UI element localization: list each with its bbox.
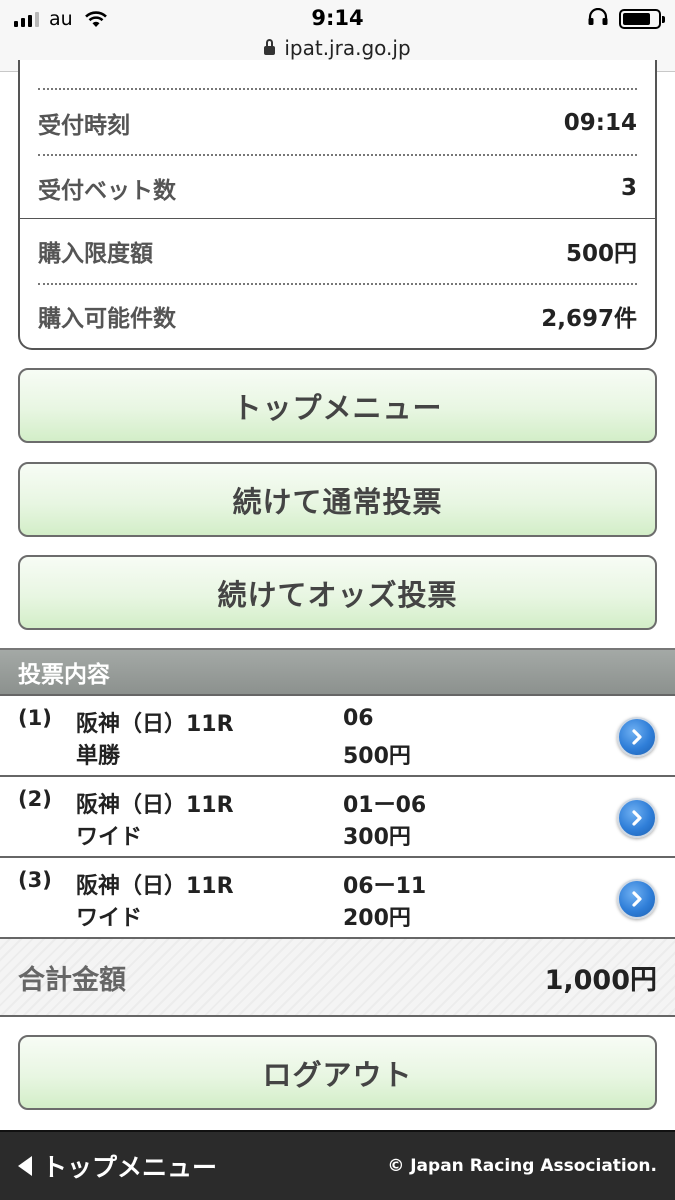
summary-value: 2,697件	[541, 306, 637, 332]
chevron-right-icon[interactable]	[617, 879, 657, 919]
summary-value: 500円	[565, 241, 637, 267]
footer-back-label: トップメニュー	[42, 1153, 218, 1182]
summary-value: 09:14	[563, 110, 637, 136]
bet-type: ワイド	[76, 906, 143, 931]
chevron-right-icon[interactable]	[617, 798, 657, 838]
clock: 9:14	[311, 6, 364, 30]
summary-label: 受付時刻	[38, 113, 130, 139]
bet-race: 阪神（日）11R	[76, 793, 234, 818]
bet-row-3[interactable]: (3) 阪神（日）11R ワイド 06ー11 200円	[0, 858, 675, 939]
url-text: ipat.jra.go.jp	[284, 36, 411, 60]
footer-bar: トップメニュー © Japan Racing Association.	[0, 1130, 675, 1200]
summary-row-limit: 購入限度額 500円	[38, 219, 637, 283]
bet-combination: 06ー11	[343, 874, 427, 899]
summary-card: 受付時刻 09:14 受付ベット数 3 購入限度額 500円 購入可能件数 2,…	[18, 60, 657, 350]
back-arrow-icon	[18, 1156, 32, 1176]
chevron-right-icon[interactable]	[617, 717, 657, 757]
summary-value: 3	[620, 175, 637, 201]
address-bar[interactable]: ipat.jra.go.jp	[0, 36, 675, 60]
bet-race: 阪神（日）11R	[76, 874, 234, 899]
bet-type: 単勝	[76, 744, 121, 769]
status-right	[587, 7, 665, 30]
bet-combination: 01ー06	[343, 793, 427, 818]
footer-top-menu-link[interactable]: トップメニュー	[18, 1148, 217, 1184]
total-amount-row: 合計金額 1,000円	[0, 939, 675, 1017]
bet-combination: 06	[343, 706, 374, 731]
continue-normal-vote-button[interactable]: 続けて通常投票	[18, 462, 657, 537]
summary-row-available: 購入可能件数 2,697件	[38, 284, 637, 348]
bet-row-2[interactable]: (2) 阪神（日）11R ワイド 01ー06 300円	[0, 777, 675, 858]
logout-button[interactable]: ログアウト	[18, 1035, 657, 1110]
bet-amount: 200円	[343, 906, 411, 931]
bet-number: (2)	[18, 787, 52, 811]
summary-row-time: 受付時刻 09:14	[38, 91, 637, 155]
bet-row-1[interactable]: (1) 阪神（日）11R 単勝 06 500円	[0, 696, 675, 777]
summary-row-bet-count: 受付ベット数 3	[38, 156, 637, 220]
copyright-text: © Japan Racing Association.	[387, 1156, 657, 1176]
bet-number: (3)	[18, 868, 52, 892]
summary-label: 購入限度額	[38, 241, 153, 267]
lock-icon	[264, 39, 276, 55]
bet-type: ワイド	[76, 825, 143, 850]
summary-label: 購入可能件数	[38, 306, 176, 332]
bet-amount: 300円	[343, 825, 411, 850]
bet-amount: 500円	[343, 744, 411, 769]
summary-label: 受付ベット数	[38, 178, 176, 204]
bet-section-header: 投票内容	[0, 648, 675, 696]
total-label: 合計金額	[18, 964, 126, 996]
headphones-icon	[587, 7, 609, 30]
bet-number: (1)	[18, 706, 52, 730]
battery-icon	[619, 9, 665, 29]
bet-race: 阪神（日）11R	[76, 712, 234, 737]
total-value: 1,000円	[544, 964, 657, 996]
continue-odds-vote-button[interactable]: 続けてオッズ投票	[18, 555, 657, 630]
top-menu-button[interactable]: トップメニュー	[18, 368, 657, 443]
divider	[38, 88, 637, 90]
